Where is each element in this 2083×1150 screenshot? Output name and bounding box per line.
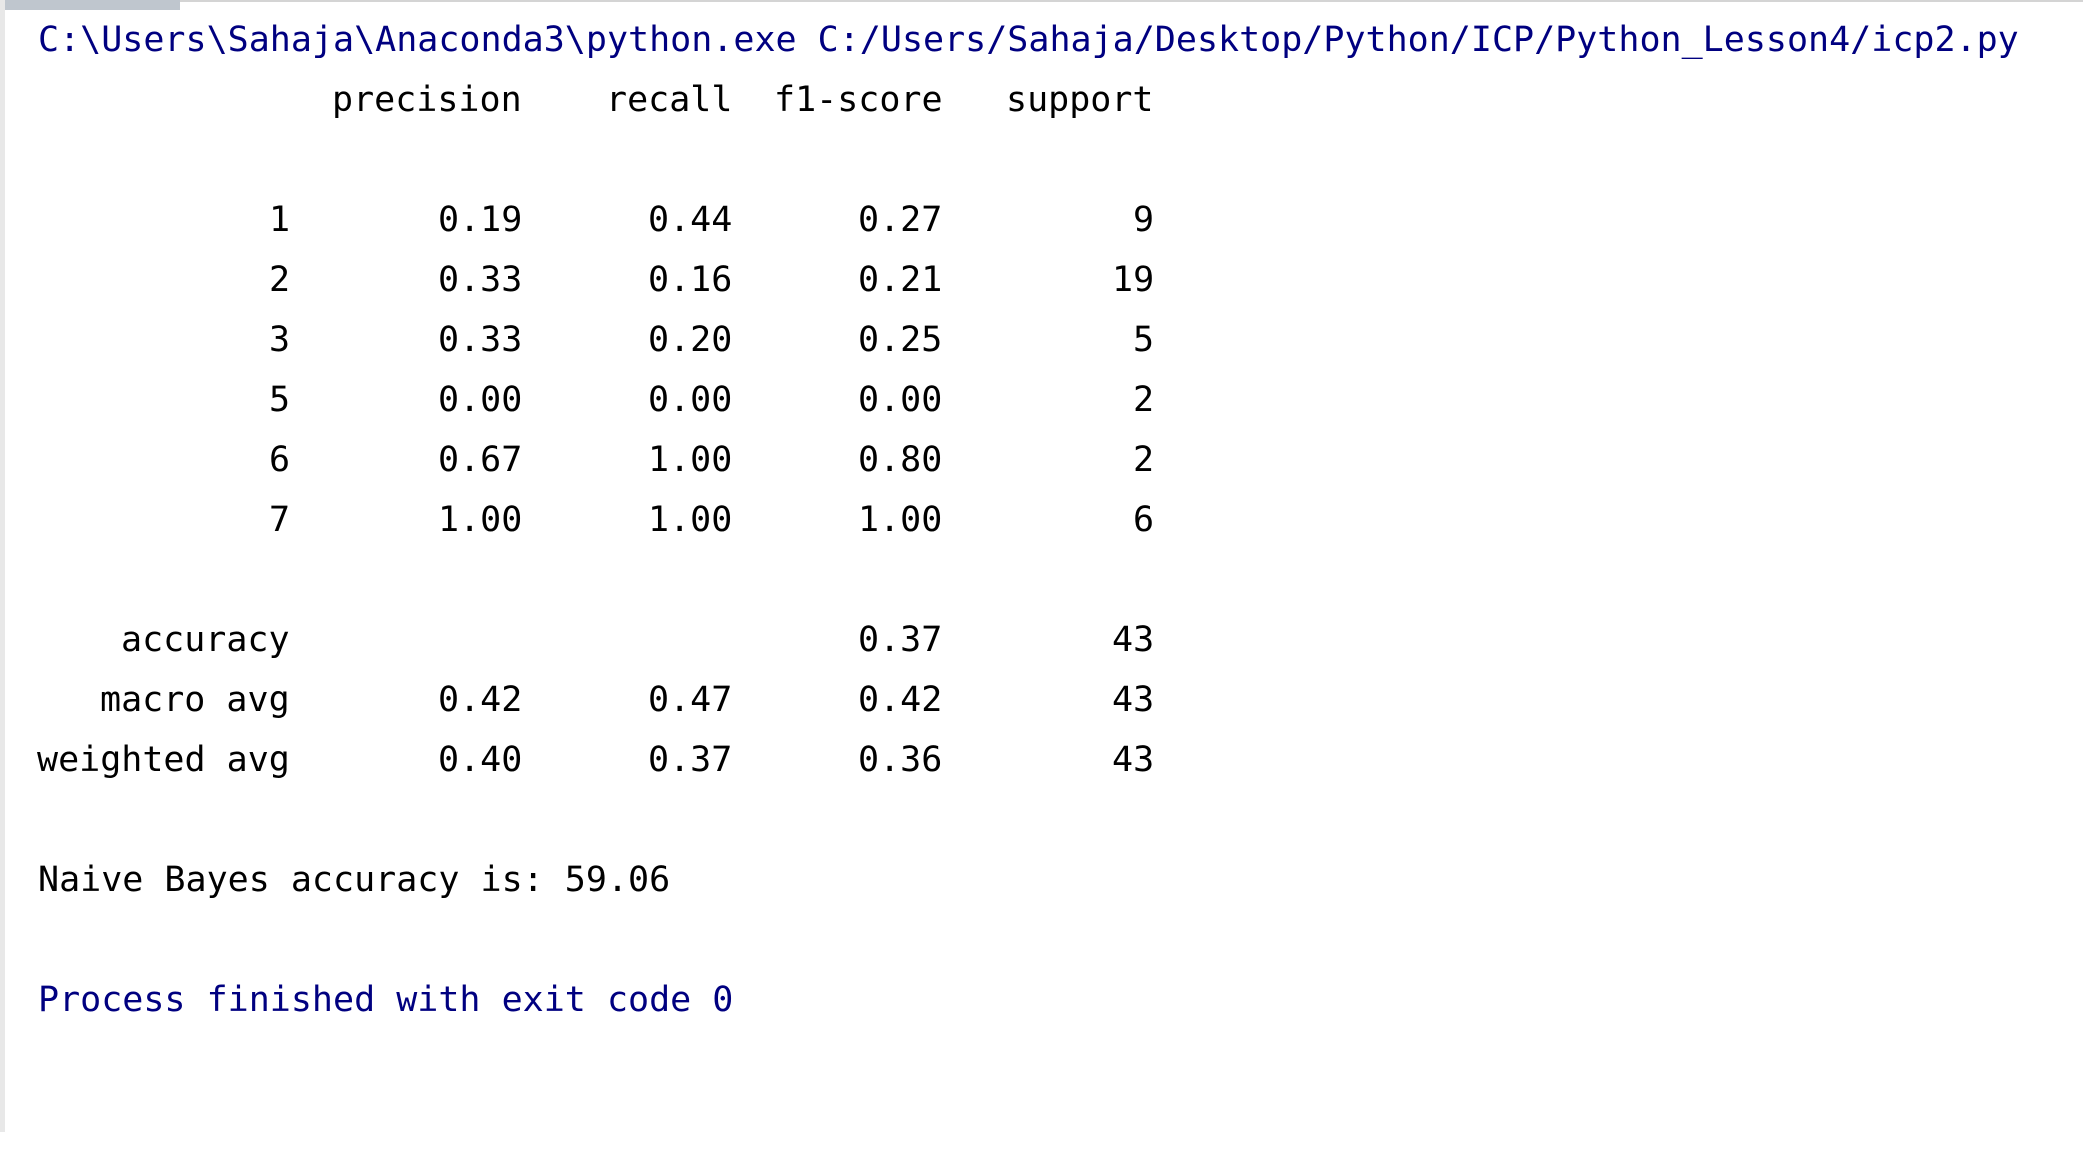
row-f1-score: 0.27: [858, 200, 943, 240]
row-label: 5: [269, 380, 291, 420]
row-precision: 0.33: [438, 260, 523, 300]
summary-support: 43: [1112, 680, 1155, 720]
report-row: 5 0.00 0.00 0.00 2: [38, 370, 1154, 430]
header-recall: recall: [606, 80, 733, 120]
row-precision: 0.19: [438, 200, 523, 240]
row-label: 7: [269, 500, 291, 540]
summary-label: weighted avg: [37, 740, 290, 780]
row-label: 6: [269, 440, 291, 480]
row-support: 2: [1133, 440, 1155, 480]
row-recall: 0.20: [648, 320, 733, 360]
summary-label: macro avg: [100, 680, 290, 720]
summary-row-accuracy: accuracy 0.37 43: [38, 610, 1154, 670]
row-f1-score: 0.21: [858, 260, 943, 300]
report-row: 2 0.33 0.16 0.21 19: [38, 250, 1154, 310]
header-precision: precision: [332, 80, 522, 120]
row-f1-score: 0.80: [858, 440, 943, 480]
row-recall: 0.44: [648, 200, 733, 240]
row-f1-score: 0.00: [858, 380, 943, 420]
summary-precision: 0.42: [438, 680, 523, 720]
summary-recall: 0.47: [648, 680, 733, 720]
row-support: 19: [1112, 260, 1155, 300]
summary-row-weighted-avg: weighted avg 0.40 0.37 0.36 43: [37, 730, 1154, 790]
row-support: 6: [1133, 500, 1155, 540]
summary-precision: 0.40: [438, 740, 523, 780]
summary-support: 43: [1112, 740, 1155, 780]
command-line: C:\Users\Sahaja\Anaconda3\python.exe C:/…: [38, 20, 2019, 60]
summary-support: 43: [1112, 620, 1155, 660]
header-support: support: [1006, 80, 1154, 120]
row-label: 2: [269, 260, 291, 300]
row-support: 5: [1133, 320, 1155, 360]
console-top-border: [0, 0, 2083, 2]
row-precision: 0.33: [438, 320, 523, 360]
row-support: 9: [1133, 200, 1155, 240]
row-label: 1: [269, 200, 291, 240]
scroll-indicator: [0, 0, 180, 10]
report-row: 1 0.19 0.44 0.27 9: [38, 190, 1154, 250]
summary-label: accuracy: [121, 620, 290, 660]
report-row: 3 0.33 0.20 0.25 5: [38, 310, 1154, 370]
report-row: 7 1.00 1.00 1.00 6: [38, 490, 1154, 550]
naive-bayes-result: Naive Bayes accuracy is: 59.06: [38, 860, 671, 900]
summary-recall: 0.37: [648, 740, 733, 780]
row-precision: 0.67: [438, 440, 523, 480]
row-recall: 1.00: [648, 440, 733, 480]
row-f1-score: 0.25: [858, 320, 943, 360]
report-row: 6 0.67 1.00 0.80 2: [38, 430, 1154, 490]
row-recall: 1.00: [648, 500, 733, 540]
run-console[interactable]: C:\Users\Sahaja\Anaconda3\python.exe C:/…: [0, 0, 2083, 1132]
row-precision: 0.00: [438, 380, 523, 420]
summary-f1-score: 0.42: [858, 680, 943, 720]
row-support: 2: [1133, 380, 1155, 420]
exit-message: Process finished with exit code 0: [38, 980, 734, 1020]
summary-row-macro-avg: macro avg 0.42 0.47 0.42 43: [38, 670, 1154, 730]
row-f1-score: 1.00: [858, 500, 943, 540]
row-label: 3: [269, 320, 291, 360]
header-f1-score: f1-score: [774, 80, 943, 120]
row-recall: 0.16: [648, 260, 733, 300]
row-precision: 1.00: [438, 500, 523, 540]
console-left-gutter: [0, 0, 5, 1132]
summary-f1-score: 0.36: [858, 740, 943, 780]
summary-f1-score: 0.37: [858, 620, 943, 660]
report-header-row: precision recall f1-score support: [38, 70, 1154, 130]
row-recall: 0.00: [648, 380, 733, 420]
